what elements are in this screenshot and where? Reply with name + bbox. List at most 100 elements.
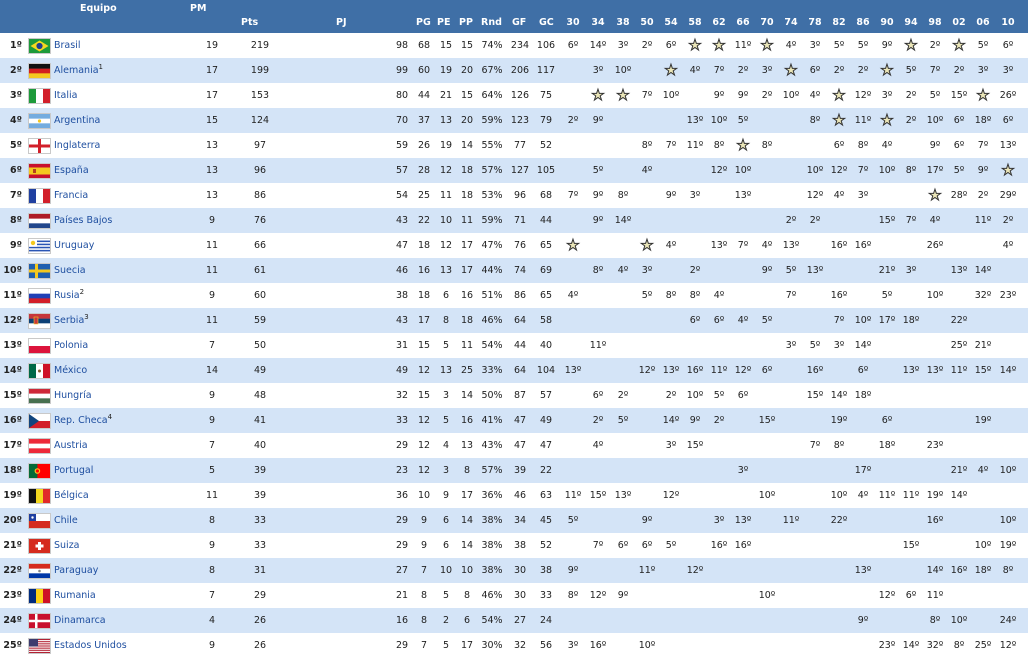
participation-cell: 3º <box>641 265 653 276</box>
participation-cell: 2º <box>689 265 701 276</box>
participation-cell: 5º <box>641 290 653 301</box>
footnote-marker[interactable]: 2 <box>80 288 84 296</box>
participation-cell: 12º <box>999 640 1017 651</box>
team-link[interactable]: Alemania <box>54 65 99 76</box>
flag-icon-rs <box>28 313 51 329</box>
participation-cell: 5º <box>617 415 629 426</box>
flag-icon-nl <box>28 213 51 229</box>
gc-cell: 104 <box>536 365 556 376</box>
participation-cell: 18º <box>974 565 992 576</box>
team-link[interactable]: México <box>54 365 87 376</box>
team-link[interactable]: Inglaterra <box>54 140 100 151</box>
pts-cell: 49 <box>253 365 267 376</box>
footnote-marker[interactable]: 1 <box>99 63 103 71</box>
participation-cell: 2º <box>665 390 677 401</box>
participation-cell: 4º <box>617 265 629 276</box>
participation-cell: 9º <box>665 190 677 201</box>
team-cell: Rep. Checa4 <box>54 408 112 433</box>
team-link[interactable]: Hungría <box>54 390 92 401</box>
header-year-58: 58 <box>688 17 702 28</box>
participation-cell: 25º <box>974 640 992 651</box>
team-link[interactable]: Francia <box>54 190 88 201</box>
team-link[interactable]: Suecia <box>54 265 86 276</box>
team-link[interactable]: Rusia <box>54 290 80 301</box>
participation-cell: 5º <box>713 390 725 401</box>
champion-star-icon: ★ <box>566 236 580 255</box>
pm-cell: 9 <box>208 415 216 426</box>
team-cell: Brasil <box>54 33 80 58</box>
flag-icon-mx <box>28 363 51 379</box>
participation-cell: 6º <box>592 390 604 401</box>
pm-cell: 11 <box>205 240 219 251</box>
participation-cell: 10º <box>974 540 992 551</box>
participation-cell: 12º <box>830 165 848 176</box>
rank-cell: 22º <box>3 565 22 576</box>
participation-cell: 10º <box>878 165 896 176</box>
rank-cell: 14º <box>3 365 22 376</box>
team-link[interactable]: Italia <box>54 90 77 101</box>
participation-cell: 14º <box>950 490 968 501</box>
participation-cell: 6º <box>567 40 579 51</box>
champion-star-icon: ★ <box>928 186 942 205</box>
header-rnd: Rnd <box>481 17 502 28</box>
participation-cell: 3º <box>833 340 845 351</box>
participation-cell: 10º <box>950 615 968 626</box>
team-link[interactable]: Brasil <box>54 40 80 51</box>
team-link[interactable]: Países Bajos <box>54 215 112 226</box>
team-link[interactable]: Paraguay <box>54 565 98 576</box>
team-cell: Inglaterra <box>54 133 100 158</box>
flag-icon-ar <box>28 113 51 129</box>
participation-cell: 2º <box>785 215 797 226</box>
team-link[interactable]: Uruguay <box>54 240 94 251</box>
team-cell: Uruguay <box>54 233 94 258</box>
participation-cell: 9º <box>567 565 579 576</box>
participation-cell: 11º <box>564 490 582 501</box>
pts-cell: 26 <box>253 615 267 626</box>
participation-cell: 10º <box>999 465 1017 476</box>
pm-cell: 7 <box>208 440 216 451</box>
participation-cell: 9º <box>592 115 604 126</box>
participation-cell: 14º <box>830 390 848 401</box>
footnote-marker[interactable]: 4 <box>108 413 112 421</box>
participation-cell: 5º <box>953 165 965 176</box>
team-cell: Austria <box>54 433 88 458</box>
team-link[interactable]: Rep. Checa <box>54 415 108 426</box>
team-link[interactable]: Suiza <box>54 540 80 551</box>
team-link[interactable]: Serbia <box>54 315 84 326</box>
pm-cell: 11 <box>205 315 219 326</box>
participation-cell: 6º <box>641 540 653 551</box>
gc-cell: 68 <box>539 190 553 201</box>
participation-cell: 14º <box>854 340 872 351</box>
team-link[interactable]: Bélgica <box>54 490 89 501</box>
team-link[interactable]: Portugal <box>54 465 93 476</box>
participation-cell: 22º <box>950 315 968 326</box>
footnote-marker[interactable]: 3 <box>84 313 88 321</box>
participation-cell: 4º <box>857 490 869 501</box>
flag-icon-py <box>28 563 51 579</box>
participation-cell: 11º <box>974 215 992 226</box>
participation-cell: 17º <box>878 315 896 326</box>
pts-cell: 29 <box>253 590 267 601</box>
header-year-02: 02 <box>952 17 966 28</box>
table-row: 1º Brasil 19 219 98 68 15 15 74% 234 106 6º 14º 3º 2º 6… <box>0 33 1028 58</box>
rank-cell: 19º <box>3 490 22 501</box>
team-link[interactable]: España <box>54 165 89 176</box>
rank-cell: 5º <box>10 140 22 151</box>
pm-cell: 11 <box>205 490 219 501</box>
team-link[interactable]: Polonia <box>54 340 88 351</box>
participation-cell: 8º <box>665 290 677 301</box>
team-link[interactable]: Chile <box>54 515 78 526</box>
team-link[interactable]: Dinamarca <box>54 615 106 626</box>
gc-cell: 24 <box>539 615 553 626</box>
team-link[interactable]: Rumania <box>54 590 96 601</box>
team-link[interactable]: Argentina <box>54 115 100 126</box>
participation-cell: 11º <box>734 40 752 51</box>
champion-star-icon: ★ <box>1001 161 1015 180</box>
flag-icon-pt <box>28 463 51 479</box>
champion-star-icon: ★ <box>688 36 702 55</box>
team-link[interactable]: Estados Unidos <box>54 640 127 651</box>
team-link[interactable]: Austria <box>54 440 88 451</box>
champion-star-icon: ★ <box>664 61 678 80</box>
pts-cell: 60 <box>253 290 267 301</box>
participation-cell: 3º <box>881 90 893 101</box>
